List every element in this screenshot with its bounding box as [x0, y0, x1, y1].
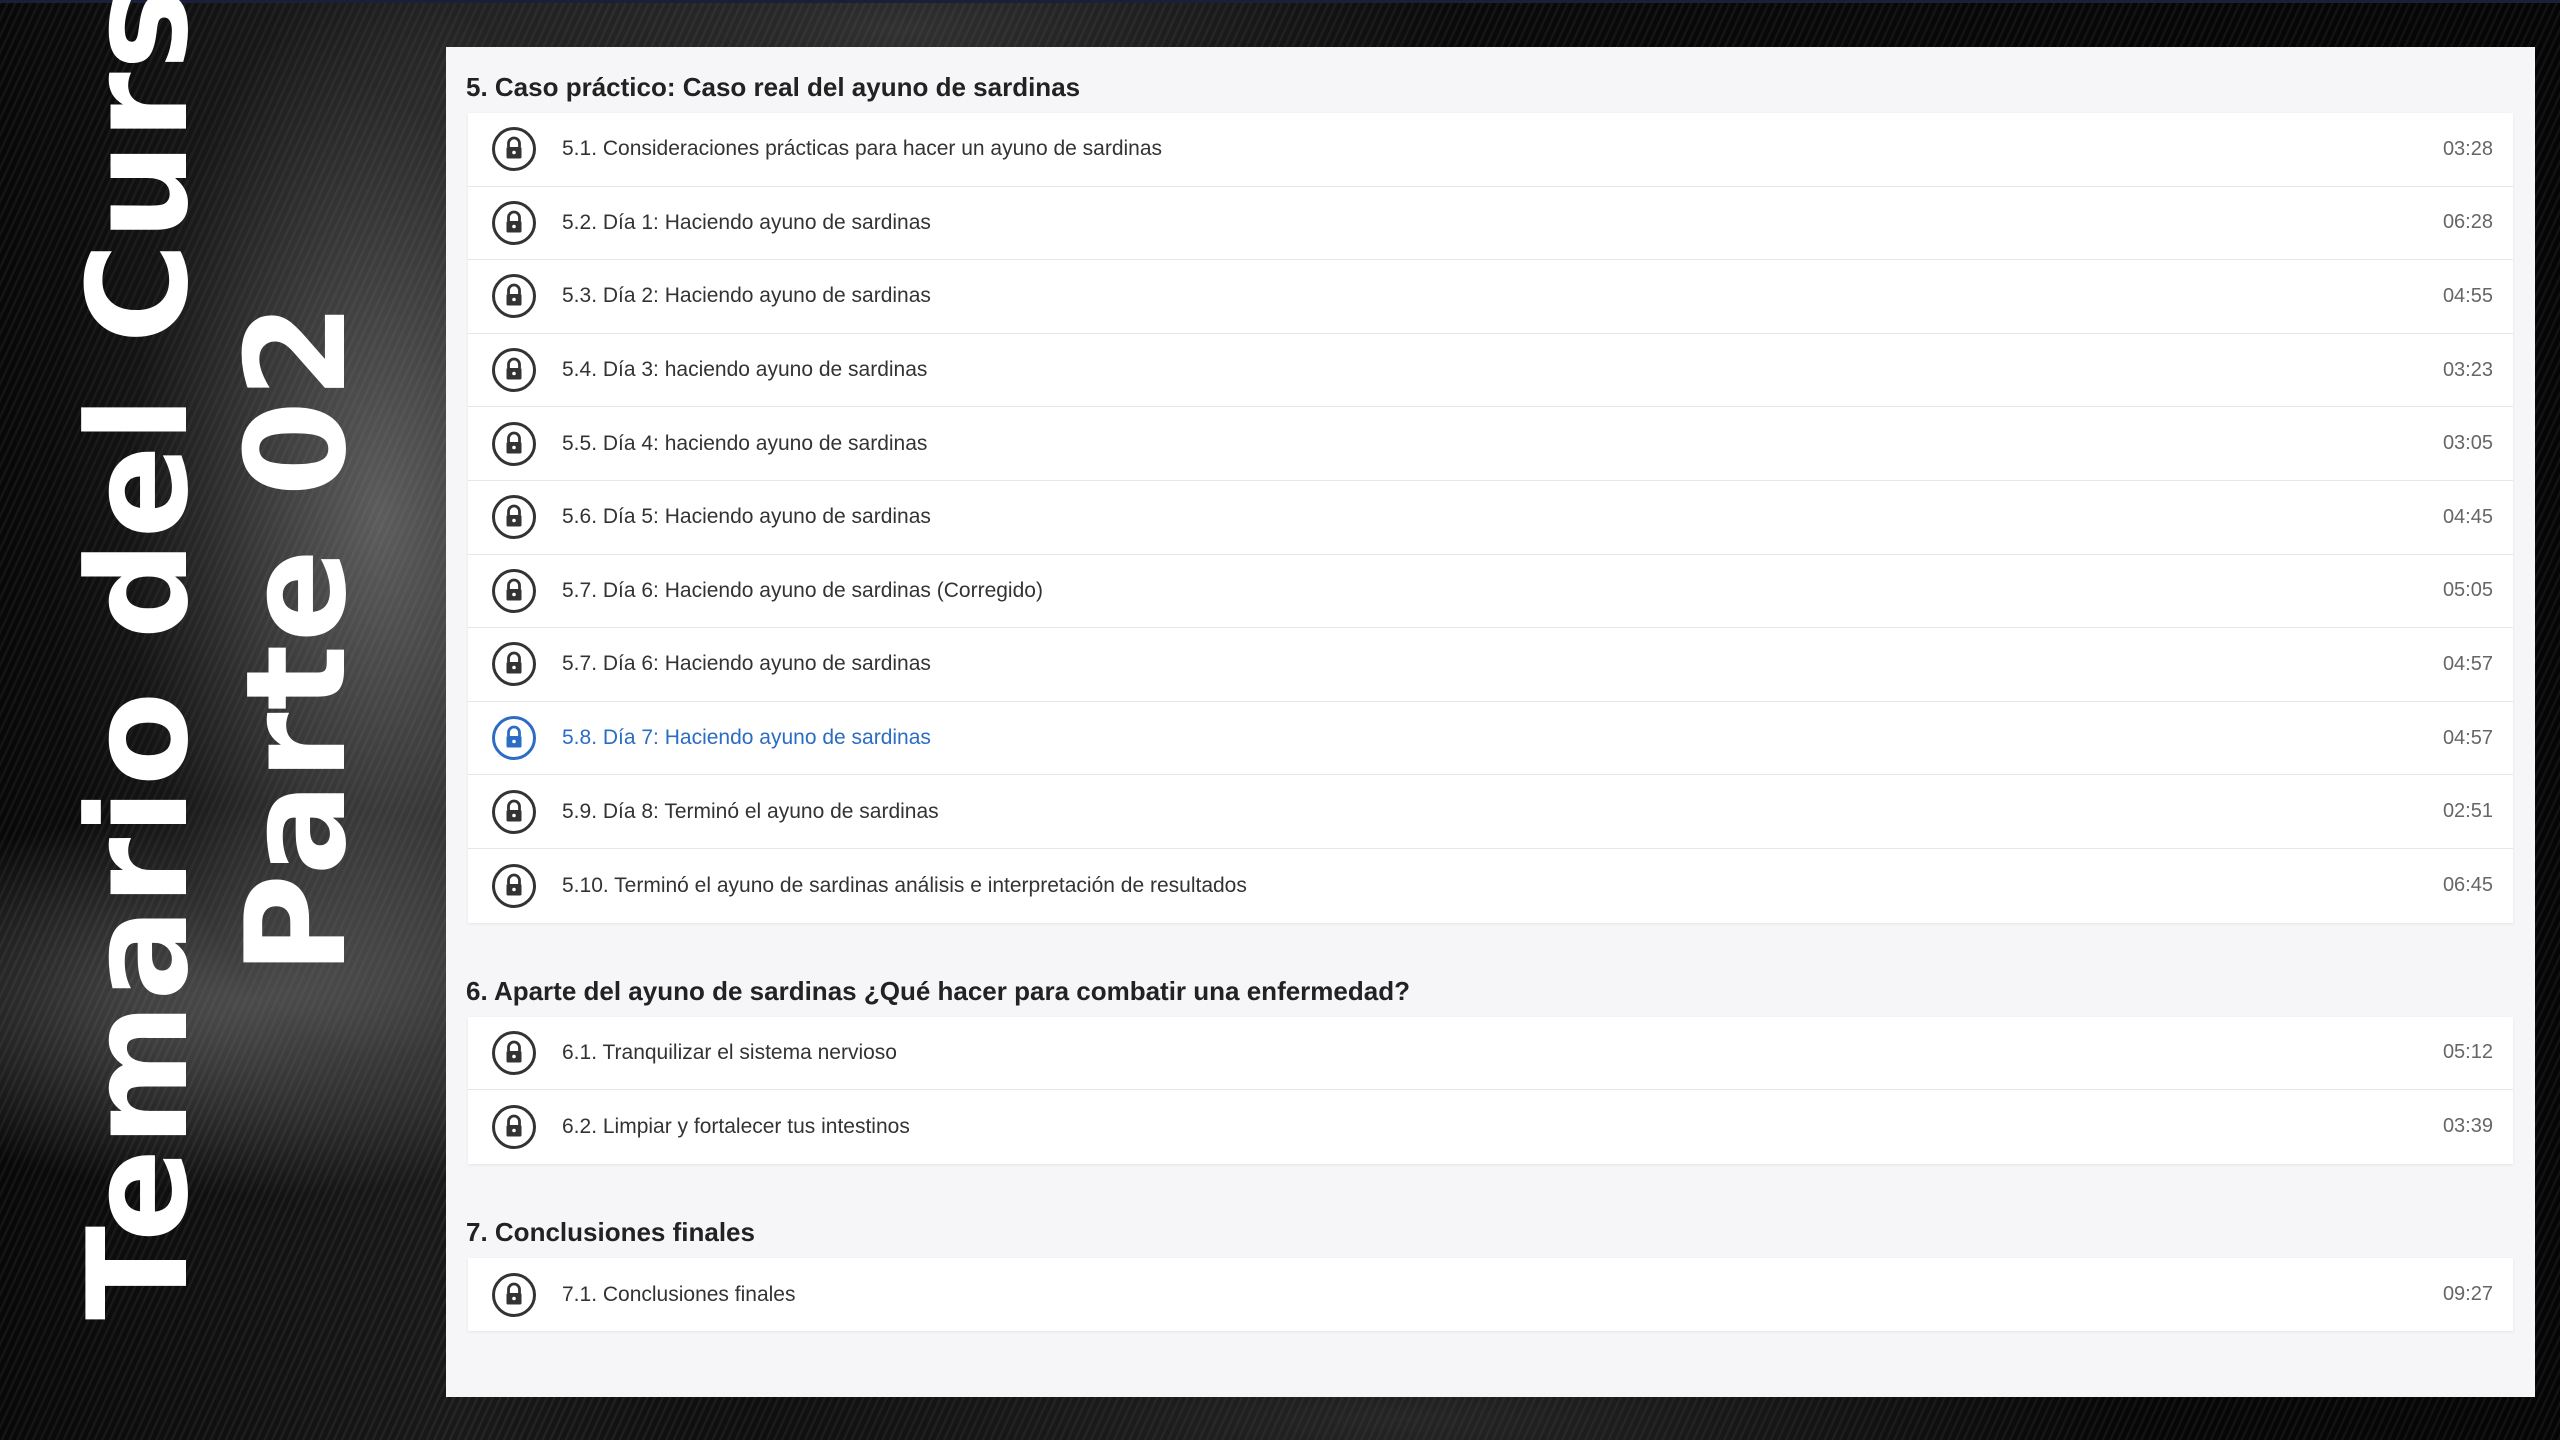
lesson-row[interactable]: 5.7. Día 6: Haciendo ayuno de sardinas 04… [468, 628, 2513, 702]
lesson-row[interactable]: 5.5. Día 4: haciendo ayuno de sardinas 03… [468, 407, 2513, 481]
lesson-row[interactable]: 5.1. Consideraciones prácticas para hace… [468, 113, 2513, 187]
lesson-duration: 06:45 [2442, 874, 2493, 897]
lesson-row[interactable]: 5.3. Día 2: Haciendo ayuno de sardinas 04… [468, 260, 2513, 334]
lock-icon [490, 714, 538, 762]
lesson-duration: 04:57 [2442, 726, 2493, 749]
lesson-title[interactable]: 6.1. Tranquilizar el sistema nervioso [562, 1041, 2423, 1065]
lesson-title[interactable]: 5.9. Día 8: Terminó el ayuno de sardinas [562, 800, 2423, 824]
lesson-row[interactable]: 7.1. Conclusiones finales 09:27 [468, 1258, 2513, 1332]
lock-icon [490, 1029, 538, 1077]
lesson-duration: 03:23 [2442, 358, 2493, 381]
lesson-title[interactable]: 5.4. Día 3: haciendo ayuno de sardinas [562, 358, 2423, 382]
lesson-title[interactable]: 5.2. Día 1: Haciendo ayuno de sardinas [562, 211, 2423, 235]
lesson-row[interactable]: 5.7. Día 6: Haciendo ayuno de sardinas (… [468, 555, 2513, 629]
section-title[interactable]: 5. Caso práctico: Caso real del ayuno de… [466, 61, 2513, 113]
lesson-title[interactable]: 5.5. Día 4: haciendo ayuno de sardinas [562, 432, 2423, 456]
lesson-duration: 09:27 [2442, 1283, 2493, 1306]
lesson-row[interactable]: 5.6. Día 5: Haciendo ayuno de sardinas 04… [468, 481, 2513, 555]
lesson-list: 7.1. Conclusiones finales 09:27 [468, 1257, 2513, 1332]
lesson-title[interactable]: 5.7. Día 6: Haciendo ayuno de sardinas [562, 652, 2423, 676]
lesson-row[interactable]: 5.10. Terminó el ayuno de sardinas análi… [468, 849, 2513, 923]
lesson-duration: 04:45 [2442, 505, 2493, 528]
lesson-duration: 03:28 [2442, 137, 2493, 160]
lesson-duration: 03:39 [2442, 1115, 2493, 1138]
lesson-row[interactable]: 6.2. Limpiar y fortalecer tus intestinos… [468, 1090, 2513, 1164]
lesson-list: 5.1. Consideraciones prácticas para hace… [468, 113, 2513, 923]
lesson-title[interactable]: 7.1. Conclusiones finales [562, 1283, 2423, 1307]
lesson-duration: 06:28 [2442, 211, 2493, 234]
section-5: 5. Caso práctico: Caso real del ayuno de… [466, 61, 2513, 923]
lesson-title[interactable]: 5.3. Día 2: Haciendo ayuno de sardinas [562, 284, 2423, 308]
lock-icon [490, 272, 538, 320]
lesson-duration: 04:57 [2442, 652, 2493, 675]
lesson-row[interactable]: 5.8. Día 7: Haciendo ayuno de sardinas 04… [468, 702, 2513, 776]
lesson-title[interactable]: 6.2. Limpiar y fortalecer tus intestinos [562, 1115, 2423, 1139]
section-title[interactable]: 7. Conclusiones finales [466, 1206, 2513, 1258]
lesson-title[interactable]: 5.7. Día 6: Haciendo ayuno de sardinas (… [562, 579, 2423, 603]
lesson-row[interactable]: 5.4. Día 3: haciendo ayuno de sardinas 03… [468, 334, 2513, 408]
lesson-duration: 05:12 [2442, 1041, 2493, 1064]
lock-icon [490, 1271, 538, 1319]
background-stage: Temario del Curso Parte 02 5. Caso práct… [0, 0, 2560, 1440]
lesson-row[interactable]: 6.1. Tranquilizar el sistema nervioso 05:… [468, 1017, 2513, 1091]
lesson-title[interactable]: 5.8. Día 7: Haciendo ayuno de sardinas [562, 726, 2423, 750]
lock-icon [490, 125, 538, 173]
lock-icon [490, 567, 538, 615]
lesson-duration: 04:55 [2442, 284, 2493, 307]
side-title: Temario del Curso Parte 02 [0, 0, 445, 1440]
lesson-title[interactable]: 5.10. Terminó el ayuno de sardinas análi… [562, 874, 2423, 898]
lock-icon [490, 493, 538, 541]
lock-icon [490, 199, 538, 247]
section-title[interactable]: 6. Aparte del ayuno de sardinas ¿Qué hac… [466, 965, 2513, 1017]
lesson-duration: 02:51 [2442, 800, 2493, 823]
lesson-duration: 03:05 [2442, 432, 2493, 455]
curriculum-panel: 5. Caso práctico: Caso real del ayuno de… [446, 47, 2535, 1397]
lesson-row[interactable]: 5.2. Día 1: Haciendo ayuno de sardinas 06… [468, 187, 2513, 261]
lock-icon [490, 1103, 538, 1151]
lesson-title[interactable]: 5.6. Día 5: Haciendo ayuno de sardinas [562, 505, 2423, 529]
side-title-line1: Temario del Curso [58, 0, 219, 1320]
lock-icon [490, 788, 538, 836]
lesson-row[interactable]: 5.9. Día 8: Terminó el ayuno de sardinas… [468, 775, 2513, 849]
lesson-duration: 05:05 [2442, 579, 2493, 602]
section-6: 6. Aparte del ayuno de sardinas ¿Qué hac… [466, 965, 2513, 1164]
lesson-list: 6.1. Tranquilizar el sistema nervioso 05:… [468, 1016, 2513, 1164]
lesson-title[interactable]: 5.1. Consideraciones prácticas para hace… [562, 137, 2423, 161]
lock-icon [490, 862, 538, 910]
side-title-line2: Parte 02 [216, 300, 377, 975]
lock-icon [490, 346, 538, 394]
lock-icon [490, 640, 538, 688]
lock-icon [490, 420, 538, 468]
section-7: 7. Conclusiones finales 7.1. Conclusiones… [466, 1206, 2513, 1332]
